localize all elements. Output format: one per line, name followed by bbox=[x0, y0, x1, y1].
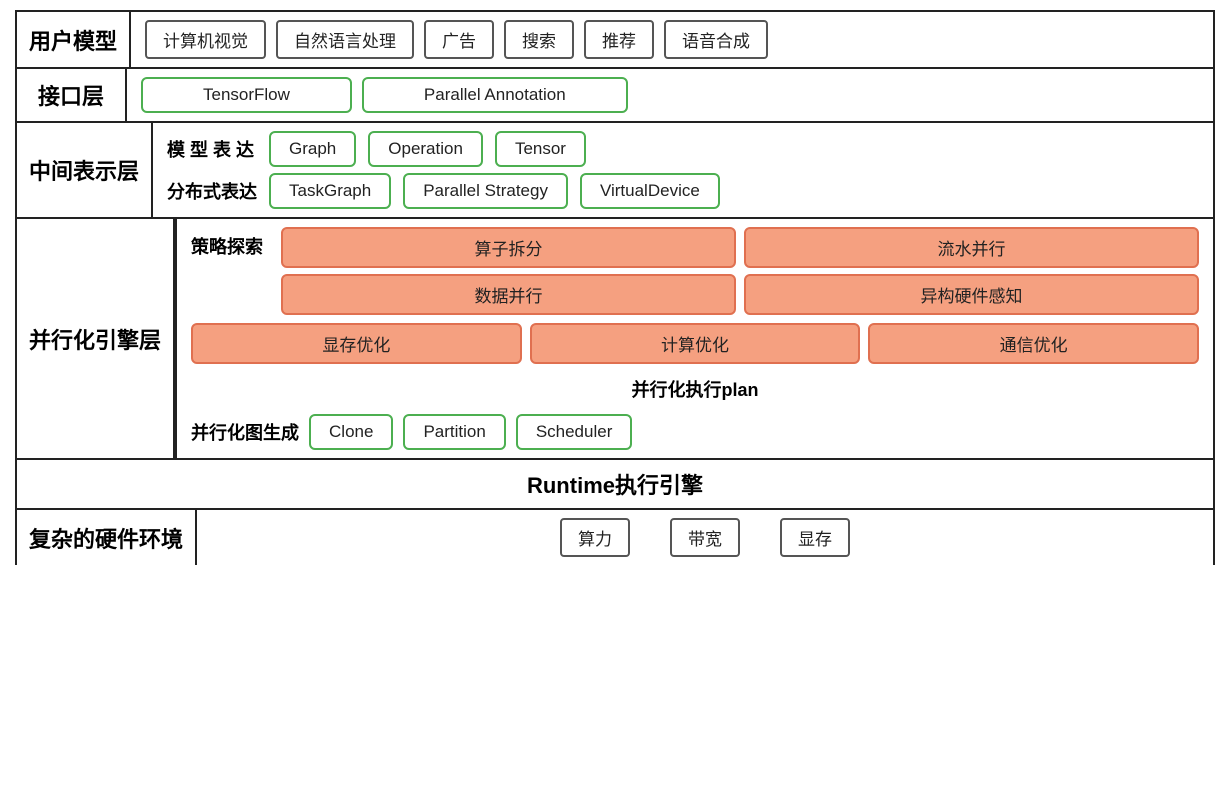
dist-expr-taskgraph: TaskGraph bbox=[269, 173, 391, 209]
user-model-label: 用户模型 bbox=[17, 12, 131, 67]
user-model-item-recommend: 推荐 bbox=[584, 20, 654, 59]
strategy-label: 策略探索 bbox=[191, 227, 271, 259]
parallel-engine-label: 并行化引擎层 bbox=[17, 219, 175, 458]
opt-compute: 计算优化 bbox=[530, 323, 861, 364]
strategy-row1: 算子拆分 流水并行 bbox=[281, 227, 1199, 268]
runtime-content: Runtime执行引擎 bbox=[17, 460, 1213, 508]
user-model-row: 用户模型 计算机视觉 自然语言处理 广告 搜索 推荐 语音合成 bbox=[15, 10, 1215, 67]
graph-gen-clone: Clone bbox=[309, 414, 393, 450]
hardware-row: 复杂的硬件环境 算力 带宽 显存 bbox=[15, 508, 1215, 565]
runtime-row: Runtime执行引擎 bbox=[15, 458, 1215, 508]
intermediate-row: 中间表示层 模 型 表 达 Graph Operation Tensor 分布式… bbox=[15, 121, 1215, 217]
parallel-engine-content: 策略探索 算子拆分 流水并行 数据并行 异构硬件感知 显存优化 计算优化 通信优… bbox=[175, 219, 1213, 458]
user-model-item-nlp: 自然语言处理 bbox=[276, 20, 414, 59]
strategy-boxes: 算子拆分 流水并行 数据并行 异构硬件感知 bbox=[281, 227, 1199, 315]
hardware-label: 复杂的硬件环境 bbox=[17, 510, 197, 565]
plan-label: 并行化执行plan bbox=[191, 372, 1199, 406]
strategy-item-split: 算子拆分 bbox=[281, 227, 736, 268]
hardware-content: 算力 带宽 显存 bbox=[197, 510, 1213, 565]
graph-gen-section: 并行化图生成 Clone Partition Scheduler bbox=[191, 414, 1199, 450]
opt-section: 显存优化 计算优化 通信优化 bbox=[191, 323, 1199, 364]
dist-expr-parallel-strategy: Parallel Strategy bbox=[403, 173, 568, 209]
graph-gen-partition: Partition bbox=[403, 414, 505, 450]
strategy-item-pipeline: 流水并行 bbox=[744, 227, 1199, 268]
parallel-engine-row: 并行化引擎层 策略探索 算子拆分 流水并行 数据并行 异构硬件感知 显存优化 计… bbox=[15, 217, 1215, 458]
model-expr-graph: Graph bbox=[269, 131, 356, 167]
opt-vram: 显存优化 bbox=[191, 323, 522, 364]
user-model-item-speech: 语音合成 bbox=[664, 20, 768, 59]
intermediate-content: 模 型 表 达 Graph Operation Tensor 分布式表达 Tas… bbox=[153, 123, 1213, 217]
user-model-item-cv: 计算机视觉 bbox=[145, 20, 266, 59]
hardware-vram: 显存 bbox=[780, 518, 850, 557]
interface-tensorflow: TensorFlow bbox=[141, 77, 352, 113]
strategy-item-data-parallel: 数据并行 bbox=[281, 274, 736, 315]
model-expr-label: 模 型 表 达 bbox=[167, 136, 257, 162]
model-expr-tensor: Tensor bbox=[495, 131, 586, 167]
opt-comm: 通信优化 bbox=[868, 323, 1199, 364]
model-expr-operation: Operation bbox=[368, 131, 483, 167]
graph-gen-label: 并行化图生成 bbox=[191, 419, 299, 445]
user-model-item-ad: 广告 bbox=[424, 20, 494, 59]
dist-expr-virtualdevice: VirtualDevice bbox=[580, 173, 720, 209]
interface-row: 接口层 TensorFlow Parallel Annotation bbox=[15, 67, 1215, 121]
hardware-bandwidth: 带宽 bbox=[670, 518, 740, 557]
runtime-label: Runtime执行引擎 bbox=[527, 468, 703, 500]
interface-parallel-annotation: Parallel Annotation bbox=[362, 77, 628, 113]
interface-label: 接口层 bbox=[17, 69, 127, 121]
user-model-content: 计算机视觉 自然语言处理 广告 搜索 推荐 语音合成 bbox=[131, 12, 1213, 67]
model-expr-row: 模 型 表 达 Graph Operation Tensor bbox=[167, 131, 1199, 167]
dist-expr-label: 分布式表达 bbox=[167, 178, 257, 204]
graph-gen-scheduler: Scheduler bbox=[516, 414, 633, 450]
strategy-row2: 数据并行 异构硬件感知 bbox=[281, 274, 1199, 315]
dist-expr-row: 分布式表达 TaskGraph Parallel Strategy Virtua… bbox=[167, 173, 1199, 209]
intermediate-label: 中间表示层 bbox=[17, 123, 153, 217]
strategy-section: 策略探索 算子拆分 流水并行 数据并行 异构硬件感知 bbox=[191, 227, 1199, 315]
strategy-item-hetero: 异构硬件感知 bbox=[744, 274, 1199, 315]
hardware-compute: 算力 bbox=[560, 518, 630, 557]
user-model-item-search: 搜索 bbox=[504, 20, 574, 59]
interface-content: TensorFlow Parallel Annotation bbox=[127, 69, 1213, 121]
